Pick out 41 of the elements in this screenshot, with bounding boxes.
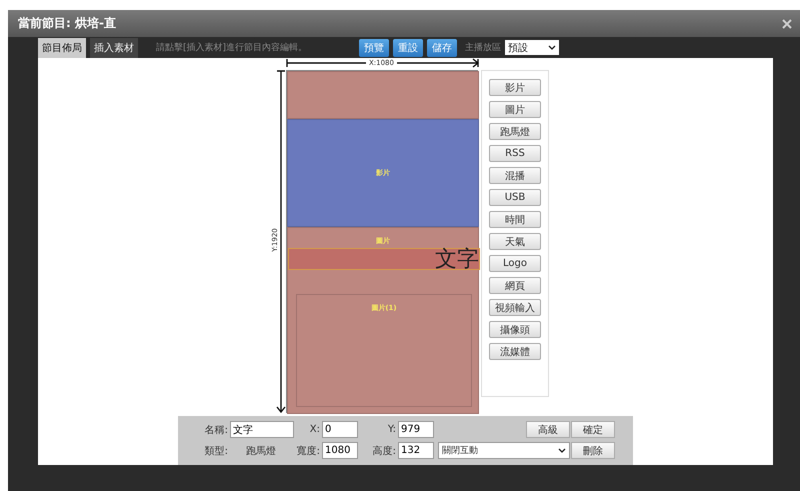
insert-button[interactable]: 網頁 — [489, 277, 541, 294]
chevron-icon — [548, 45, 556, 50]
toolbar-button[interactable]: 重設 — [393, 38, 424, 56]
field-label: 名稱: — [204, 424, 229, 436]
advanced-button[interactable]: 高級 — [526, 421, 570, 438]
chevron-icon — [558, 448, 566, 453]
field-label: Y: — [386, 424, 397, 435]
y-field[interactable]: 979 — [398, 421, 434, 438]
confirm-button[interactable]: 確定 — [571, 421, 615, 438]
insert-button[interactable]: 影片 — [489, 79, 541, 96]
tab[interactable]: 節目佈局 — [38, 38, 86, 58]
insert-button[interactable]: 圖片 — [489, 101, 541, 118]
name-field[interactable]: 文字 — [230, 421, 294, 438]
field-label: 寬度: — [296, 444, 321, 458]
interaction-select[interactable]: 關閉互動 — [438, 442, 570, 459]
window-title: 當前節目: 烘培-直 — [18, 15, 116, 32]
layout-region[interactable]: 文字 — [288, 248, 480, 270]
insert-button[interactable]: USB — [489, 189, 541, 206]
insert-button[interactable]: 流媒體 — [489, 343, 541, 360]
main-area-label: 主播放區 — [465, 42, 502, 54]
field-label: 類型: — [204, 444, 229, 458]
close-icon[interactable] — [782, 18, 792, 28]
tab[interactable]: 插入素材 — [90, 38, 138, 58]
main-area-select[interactable]: 預設 — [505, 40, 560, 55]
insert-button[interactable]: 時間 — [489, 211, 541, 228]
width-field[interactable]: 1080 — [322, 442, 358, 459]
height-field[interactable]: 132 — [398, 442, 434, 459]
insert-button[interactable]: 視頻輸入 — [489, 299, 541, 316]
x-field[interactable]: 0 — [322, 421, 358, 438]
insert-button[interactable]: 跑馬燈 — [489, 123, 541, 140]
hint-text: 請點擊[插入素材]進行節目內容編輯。 — [156, 42, 308, 54]
type-value: 跑馬燈 — [245, 444, 277, 458]
field-label: 高度: — [372, 444, 397, 458]
region-label: 文字 — [435, 249, 479, 269]
insert-button[interactable]: 天氣 — [489, 233, 541, 250]
insert-button[interactable]: 混播 — [489, 167, 541, 184]
delete-button[interactable]: 刪除 — [571, 442, 615, 459]
field-label: X: — [308, 424, 321, 435]
insert-button[interactable]: 攝像頭 — [489, 321, 541, 338]
insert-button[interactable]: Logo — [489, 255, 541, 272]
insert-button[interactable]: RSS — [489, 145, 541, 162]
